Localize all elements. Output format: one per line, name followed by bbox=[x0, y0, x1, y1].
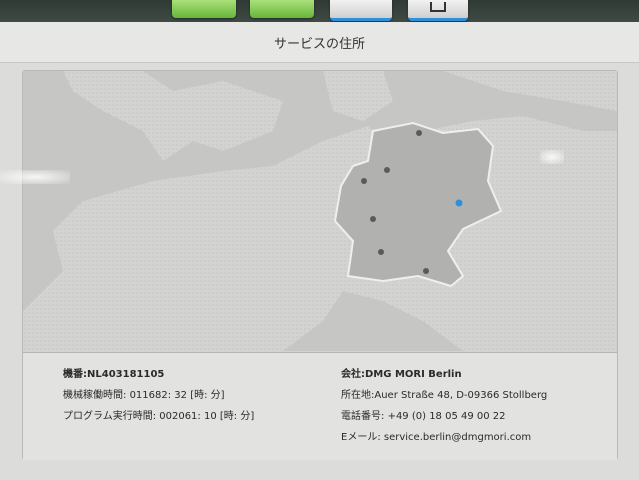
address-row: 所在地:Auer Straße 48, D-09366 Stollberg bbox=[341, 386, 547, 407]
email-value: service.berlin@dmgmori.com bbox=[383, 432, 532, 443]
map-svg bbox=[23, 71, 617, 351]
company-value: DMG MORI Berlin bbox=[365, 369, 462, 380]
service-address-panel: 機番:NL403181105 機械稼働時間: 011682: 32 [時: 分]… bbox=[22, 70, 618, 460]
tray-icon bbox=[430, 2, 446, 12]
program-runtime-value: 002061: 10 [時: 分] bbox=[159, 411, 255, 422]
toolbar-button-3[interactable] bbox=[330, 0, 392, 21]
phone-label: 電話番号: bbox=[341, 411, 388, 422]
location-marker-6[interactable] bbox=[423, 268, 429, 274]
machine-number-row: 機番:NL403181105 bbox=[63, 365, 254, 386]
machine-number-value: NL403181105 bbox=[87, 369, 165, 380]
location-marker-selected[interactable] bbox=[455, 199, 463, 207]
company-label: 会社: bbox=[341, 369, 365, 380]
company-row: 会社:DMG MORI Berlin bbox=[341, 365, 547, 386]
phone-row: 電話番号: +49 (0) 18 05 49 00 22 bbox=[341, 407, 547, 428]
page-title: サービスの住所 bbox=[273, 37, 365, 52]
machine-info: 機番:NL403181105 機械稼働時間: 011682: 32 [時: 分]… bbox=[63, 365, 254, 428]
top-toolbar bbox=[0, 0, 639, 22]
email-label: Eメール: bbox=[341, 432, 384, 443]
address-label: 所在地: bbox=[341, 390, 375, 401]
toolbar-button-4[interactable] bbox=[408, 0, 468, 21]
page-header: サービスの住所 bbox=[0, 22, 639, 63]
machine-runtime-row: 機械稼働時間: 011682: 32 [時: 分] bbox=[63, 386, 254, 407]
phone-value: +49 (0) 18 05 49 00 22 bbox=[387, 411, 506, 422]
program-runtime-row: プログラム実行時間: 002061: 10 [時: 分] bbox=[63, 407, 254, 428]
machine-runtime-value: 011682: 32 [時: 分] bbox=[129, 390, 225, 401]
address-value: Auer Straße 48, D-09366 Stollberg bbox=[374, 390, 548, 401]
company-info: 会社:DMG MORI Berlin 所在地:Auer Straße 48, D… bbox=[341, 365, 547, 449]
toolbar-button-1[interactable] bbox=[172, 0, 236, 18]
toolbar-button-2[interactable] bbox=[250, 0, 314, 18]
location-marker-5[interactable] bbox=[378, 249, 384, 255]
location-marker-3[interactable] bbox=[361, 178, 367, 184]
program-runtime-label: プログラム実行時間: bbox=[63, 411, 160, 422]
email-row: Eメール: service.berlin@dmgmori.com bbox=[341, 428, 547, 449]
machine-runtime-label: 機械稼働時間: bbox=[63, 390, 130, 401]
location-marker-1[interactable] bbox=[416, 130, 422, 136]
location-marker-4[interactable] bbox=[370, 216, 376, 222]
service-map[interactable] bbox=[23, 71, 617, 351]
machine-number-label: 機番: bbox=[63, 369, 87, 380]
location-marker-2[interactable] bbox=[384, 167, 390, 173]
service-info: 機番:NL403181105 機械稼働時間: 011682: 32 [時: 分]… bbox=[23, 352, 617, 460]
